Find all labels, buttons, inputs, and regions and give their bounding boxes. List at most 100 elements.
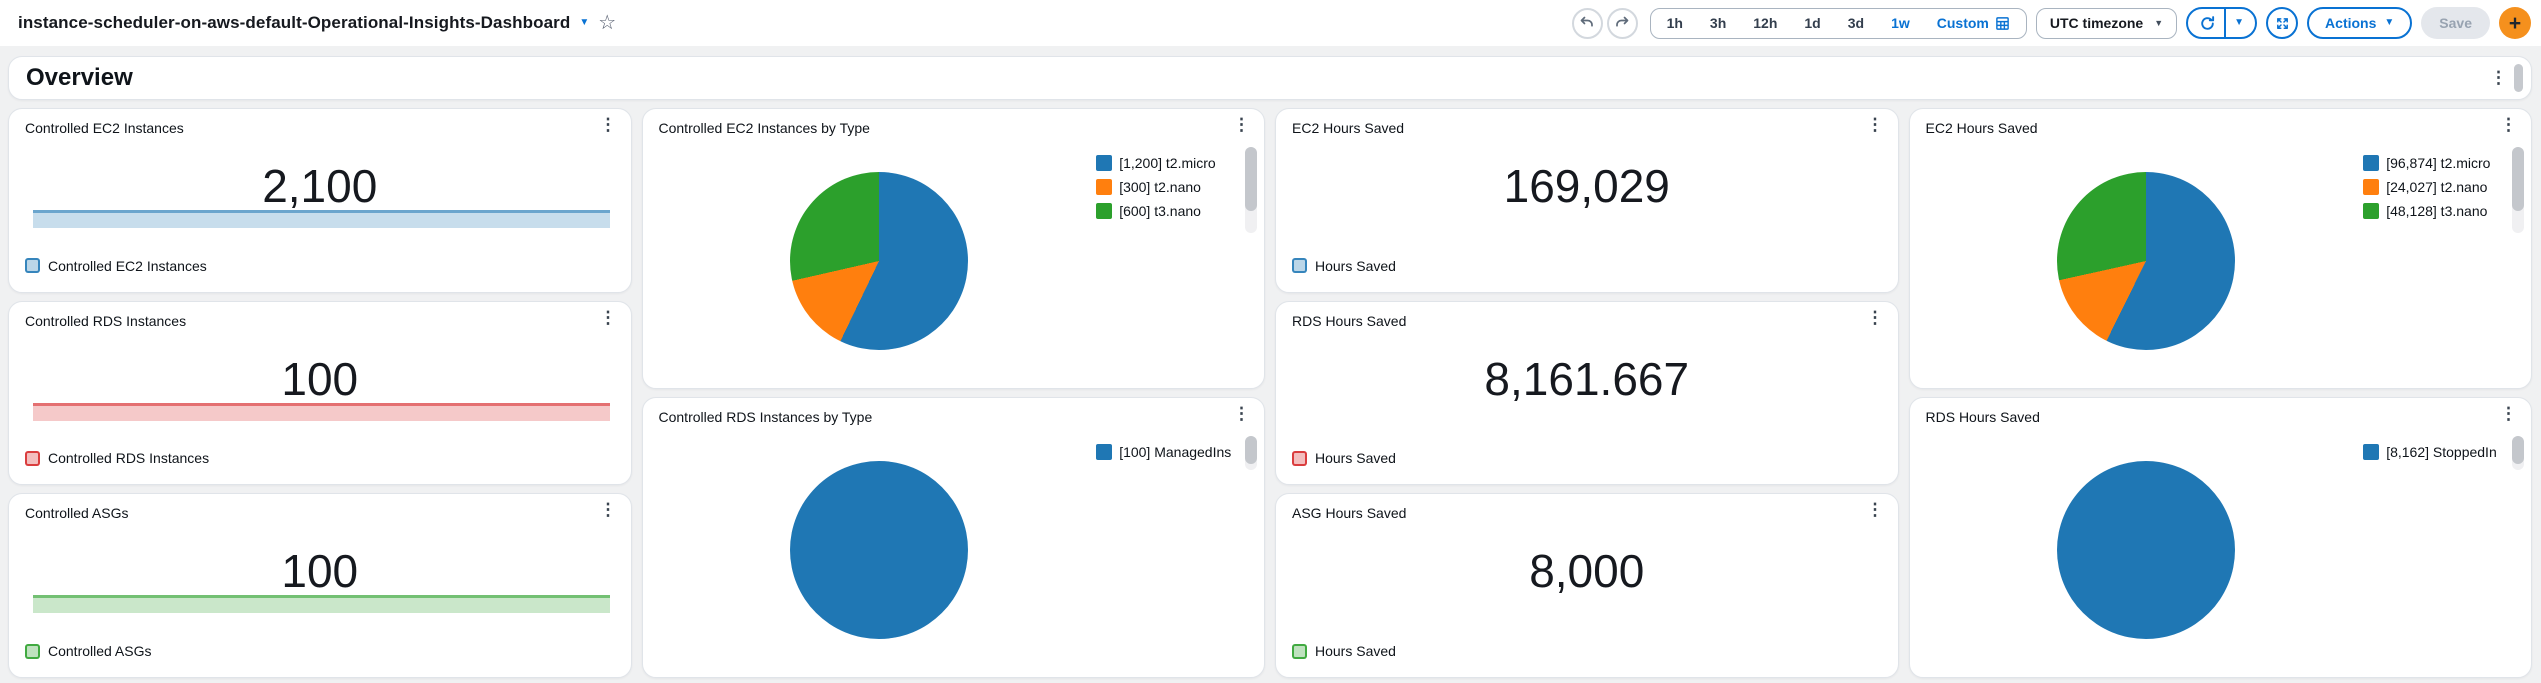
legend-scrollbar-thumb[interactable]	[1245, 436, 1257, 464]
save-button-disabled[interactable]: Save	[2421, 7, 2490, 39]
pie-legend: [96,874] t2.micro [24,027] t2.nano [48,1…	[2363, 155, 2511, 219]
column-3: EC2 Hours Saved ⋮ 169,029 Hours Saved RD…	[1275, 108, 1899, 679]
legend-label: Hours Saved	[1315, 643, 1396, 660]
time-range-1d[interactable]: 1d	[1804, 15, 1820, 31]
refresh-options-caret[interactable]: ▼	[2226, 9, 2255, 37]
legend-scrollbar-thumb[interactable]	[2512, 147, 2524, 211]
time-range-segmented-control: 1h 3h 12h 1d 3d 1w Custom	[1649, 7, 2027, 39]
pie-legend: [100] ManagedIns	[1096, 444, 1244, 460]
kebab-menu-icon: ⋮	[1233, 404, 1250, 423]
widget-rds-hours-saved: RDS Hours Saved ⋮ 8,161.667 Hours Saved	[1275, 300, 1899, 486]
legend-swatch	[1292, 258, 1307, 274]
sparkline-area	[33, 402, 610, 421]
widget-grid: Controlled EC2 Instances ⋮ 2,100 Control…	[8, 108, 2532, 679]
time-range-1h[interactable]: 1h	[1667, 15, 1683, 31]
timezone-label: UTC timezone	[2049, 15, 2144, 31]
column-2: Controlled EC2 Instances by Type ⋮ [1,20…	[641, 108, 1265, 678]
column-4: EC2 Hours Saved ⋮ [96,874] t2.micro [24,…	[1908, 108, 2532, 678]
widget-menu-button[interactable]: ⋮	[596, 498, 621, 522]
actions-label: Actions	[2325, 15, 2377, 31]
widget-menu-button[interactable]: ⋮	[1863, 113, 1888, 137]
legend-label: [96,874] t2.micro	[2386, 155, 2491, 171]
legend-item[interactable]: [100] ManagedIns	[1096, 444, 1244, 460]
legend-item[interactable]: [600] t3.nano	[1096, 203, 1244, 219]
widget-menu-button[interactable]: ⋮	[2496, 113, 2521, 137]
legend-item[interactable]: Controlled EC2 Instances	[25, 258, 207, 274]
legend-scrollbar-thumb[interactable]	[1245, 147, 1257, 211]
refresh-icon	[2201, 15, 2215, 30]
fullscreen-expand-icon	[2276, 17, 2288, 29]
legend-swatch	[1096, 203, 1113, 219]
custom-label: Custom	[1936, 15, 1989, 31]
timezone-dropdown[interactable]: UTC timezone ▼	[2035, 7, 2178, 39]
time-range-12h[interactable]: 12h	[1753, 15, 1777, 31]
overview-scrollbar-thumb[interactable]	[2514, 64, 2523, 92]
time-range-3h[interactable]: 3h	[1710, 15, 1726, 31]
dashboard-title-caret-icon[interactable]: ▼	[579, 18, 589, 28]
widget-menu-button[interactable]: ⋮	[596, 306, 621, 330]
kebab-menu-icon: ⋮	[1866, 115, 1884, 134]
widget-menu-button[interactable]: ⋮	[1229, 113, 1254, 137]
legend-label: Hours Saved	[1315, 450, 1396, 467]
redo-button[interactable]	[1606, 7, 1638, 39]
undo-button[interactable]	[1571, 7, 1603, 39]
legend-label: [48,128] t3.nano	[2386, 203, 2488, 219]
widget-title: EC2 Hours Saved	[1292, 120, 1405, 136]
kebab-menu-icon: ⋮	[599, 115, 617, 134]
overview-controls: ⋮	[2486, 64, 2523, 92]
widget-title: RDS Hours Saved	[1292, 312, 1407, 329]
legend-item[interactable]: [48,128] t3.nano	[2363, 203, 2511, 219]
add-widget-button[interactable]: +	[2499, 7, 2531, 39]
widget-menu-button[interactable]: ⋮	[596, 113, 621, 137]
legend-label: [600] t3.nano	[1119, 203, 1201, 219]
legend-item[interactable]: Hours Saved	[1292, 450, 1396, 466]
legend-item[interactable]: [96,874] t2.micro	[2363, 155, 2511, 171]
legend-item[interactable]: [300] t2.nano	[1096, 179, 1244, 195]
actions-dropdown-button[interactable]: Actions ▼	[2307, 7, 2413, 39]
legend-item[interactable]: Controlled RDS Instances	[25, 450, 209, 466]
legend-scrollbar-thumb[interactable]	[2512, 436, 2524, 464]
kebab-menu-icon: ⋮	[1233, 115, 1250, 134]
time-range-3d[interactable]: 3d	[1848, 15, 1864, 31]
stat-value: 8,000	[1529, 545, 1645, 598]
stat-value: 2,100	[262, 160, 378, 212]
time-range-custom[interactable]: Custom	[1937, 15, 2010, 31]
toolbar: 1h 3h 12h 1d 3d 1w Custom UTC timezone ▼	[1571, 7, 2531, 39]
widget-title: RDS Hours Saved	[1925, 409, 2040, 425]
widget-title: Controlled RDS Instances	[25, 312, 187, 329]
legend-swatch	[2363, 155, 2380, 171]
legend-item[interactable]: Hours Saved	[1292, 643, 1396, 659]
fullscreen-button[interactable]	[2266, 7, 2299, 39]
legend-item[interactable]: [24,027] t2.nano	[2363, 179, 2511, 195]
legend-item[interactable]: Hours Saved	[1292, 258, 1396, 274]
widget-ec2-hours-saved-pie: EC2 Hours Saved ⋮ [96,874] t2.micro [24,…	[1908, 108, 2532, 389]
sparkline-area	[33, 595, 610, 614]
legend-swatch	[25, 450, 40, 466]
widget-ec2-hours-saved: EC2 Hours Saved ⋮ 169,029 Hours Saved	[1275, 108, 1899, 293]
kebab-menu-icon: ⋮	[2500, 404, 2517, 423]
legend-swatch	[1292, 643, 1307, 659]
actions-caret-icon: ▼	[2384, 17, 2395, 28]
favorite-star-icon[interactable]: ☆	[598, 13, 616, 33]
widget-rds-hours-saved-pie: RDS Hours Saved ⋮ [8,162] StoppedIn	[1908, 397, 2532, 678]
overview-menu-button[interactable]: ⋮	[2486, 66, 2511, 90]
section-title: Overview	[26, 64, 133, 91]
legend-item[interactable]: [1,200] t2.micro	[1096, 155, 1244, 171]
legend-scrollbar	[2512, 436, 2524, 470]
widget-menu-button[interactable]: ⋮	[1863, 498, 1888, 522]
pie-chart	[789, 461, 968, 639]
legend-swatch	[1096, 155, 1113, 171]
widget-menu-button[interactable]: ⋮	[1863, 306, 1888, 330]
widget-title: Controlled ASGs	[25, 505, 129, 522]
refresh-caret-icon: ▼	[2234, 17, 2245, 28]
widget-menu-button[interactable]: ⋮	[1229, 402, 1254, 426]
time-range-1w-selected[interactable]: 1w	[1891, 15, 1910, 31]
kebab-menu-icon: ⋮	[2490, 67, 2507, 87]
refresh-button[interactable]	[2188, 9, 2224, 37]
dashboard-title: instance-scheduler-on-aws-default-Operat…	[18, 13, 571, 32]
legend-label: Hours Saved	[1315, 257, 1396, 274]
legend-item[interactable]: [8,162] StoppedIn	[2363, 444, 2511, 460]
widget-menu-button[interactable]: ⋮	[2496, 402, 2521, 426]
legend-swatch	[25, 258, 40, 274]
legend-item[interactable]: Controlled ASGs	[25, 643, 152, 659]
